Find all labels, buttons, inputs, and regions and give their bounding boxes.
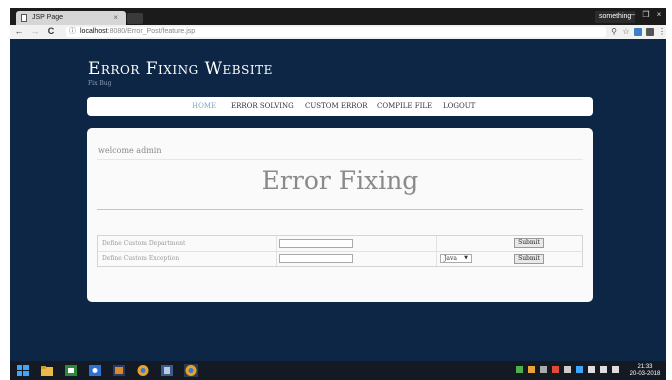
document-icon [21,14,27,22]
media-app-icon[interactable] [112,364,126,377]
clock-date: 20-03-2018 [629,371,661,377]
url-bar[interactable]: ⓘ localhost:8080/Error_Post/feature.jsp [66,27,606,37]
restore-icon[interactable]: ❐ [640,10,652,19]
department-label: Define Custom Department [102,240,186,247]
tray-icon[interactable] [516,366,523,373]
nav-error-solving[interactable]: ERROR SOLVING [231,102,294,110]
app-icon[interactable] [160,364,174,377]
language-select[interactable]: Java ▼ [440,254,472,263]
clock-time: 21:33 [637,364,653,370]
network-icon[interactable] [588,366,595,373]
chrome-active-icon[interactable] [184,364,198,377]
minimize-icon[interactable]: – [627,10,639,19]
tray-icon[interactable] [576,366,583,373]
welcome-text: welcome admin [98,146,162,155]
taskbar-clock[interactable]: 21:33 20-03-2018 [628,364,662,378]
nav-home[interactable]: HOME [192,102,216,110]
browser-tab[interactable]: JSP Page × [16,11,126,25]
site-info-icon[interactable]: ⓘ [69,27,76,37]
windows-start-icon[interactable] [16,364,30,377]
store-icon[interactable] [88,364,102,377]
tray-icon[interactable] [552,366,559,373]
url-path: :8080/Error_Post/feature.jsp [107,28,196,35]
extension-icon[interactable] [634,28,642,36]
tray-icon[interactable] [528,366,535,373]
browser-tab-bar: JSP Page × something – ❐ × [10,8,666,25]
os-taskbar: 21:33 20-03-2018 [10,361,666,380]
department-input[interactable] [279,239,353,248]
app-icon[interactable] [64,364,78,377]
main-navbar: HOME ERROR SOLVING CUSTOM ERROR COMPILE … [87,97,593,116]
table-col-divider [276,236,277,266]
submit-exception-button[interactable]: Submit [514,254,544,264]
file-explorer-icon[interactable] [40,364,54,377]
submit-department-button[interactable]: Submit [514,238,544,248]
back-icon[interactable]: ← [14,26,24,36]
divider [97,159,583,160]
address-toolbar: ← → C ⓘ localhost:8080/Error_Post/featur… [10,25,666,39]
language-icon[interactable] [612,366,619,373]
tab-close-icon[interactable]: × [113,13,118,22]
custom-error-form: Define Custom Department Submit Define C… [97,235,583,267]
nav-logout[interactable]: LOGOUT [443,102,475,110]
new-tab-button[interactable] [127,13,143,24]
browser-menu-icon[interactable]: ⋮ [658,28,666,36]
url-text: localhost:8080/Error_Post/feature.jsp [80,27,195,37]
nav-compile-file[interactable]: COMPILE FILE [377,102,432,110]
window-close-icon[interactable]: × [653,10,665,19]
divider [97,209,583,210]
table-col-divider [436,236,437,266]
page-heading: Error Fixing [261,166,419,195]
language-select-value: Java [444,255,457,262]
url-host: localhost [80,28,108,35]
tab-title: JSP Page [32,14,64,21]
forward-icon[interactable]: → [30,26,40,36]
extension-icon[interactable] [646,28,654,36]
site-subtitle: Fix Bug [88,80,112,87]
exception-label: Define Custom Exception [102,255,180,262]
chevron-down-icon: ▼ [464,255,468,261]
chrome-icon[interactable] [136,364,150,377]
zoom-icon[interactable]: ⚲ [610,28,618,36]
nav-custom-error[interactable]: CUSTOM ERROR [305,102,368,110]
reload-icon[interactable]: C [46,26,56,36]
tray-icon[interactable] [564,366,571,373]
table-row-divider [98,251,582,252]
tray-icon[interactable] [540,366,547,373]
volume-icon[interactable] [600,366,607,373]
site-title: Error Fixing Website [88,59,273,79]
bookmark-star-icon[interactable]: ☆ [622,28,630,36]
content-panel: welcome admin Error Fixing Define Custom… [87,128,593,302]
exception-input[interactable] [279,254,353,263]
page-viewport: Error Fixing Website Fix Bug HOME ERROR … [10,39,666,361]
